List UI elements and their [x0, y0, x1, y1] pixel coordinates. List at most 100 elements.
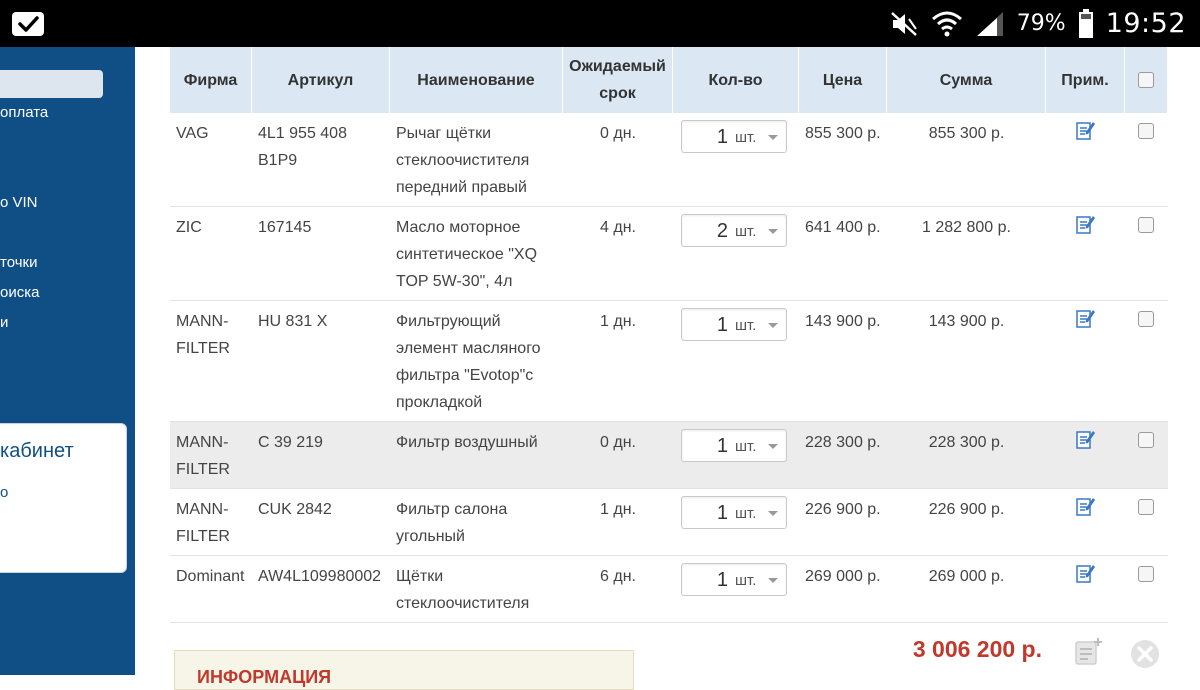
row-checkbox[interactable] — [1138, 499, 1154, 515]
row-name: Фильтрующий элемент масляного фильтра "E… — [396, 313, 541, 411]
sidebar-link-vin[interactable]: о VIN — [0, 194, 38, 211]
row-term: 4 дн. — [600, 219, 636, 236]
row-checkbox[interactable] — [1138, 311, 1154, 327]
close-icon[interactable] — [1130, 639, 1160, 669]
row-article: C 39 219 — [258, 434, 323, 451]
qty-unit: шт. — [735, 572, 757, 589]
qty-value: 1 — [716, 435, 728, 457]
chevron-down-icon — [768, 323, 778, 328]
info-title: ИНФОРМАЦИЯ — [197, 667, 332, 687]
row-qty-cell: 1 шт. — [673, 556, 799, 596]
chevron-down-icon — [768, 578, 778, 583]
qty-unit: шт. — [735, 317, 757, 334]
row-term: 1 дн. — [600, 501, 636, 518]
edit-note-icon[interactable] — [1076, 308, 1096, 328]
row-note-cell — [1046, 422, 1125, 449]
battery-icon — [1078, 8, 1093, 38]
qty-select[interactable]: 1 шт. — [681, 496, 787, 529]
row-qty-cell: 1 шт. — [673, 113, 799, 153]
sidebar-link-payment[interactable]: оплата — [0, 104, 48, 121]
qty-value: 1 — [716, 502, 728, 524]
row-select-cell — [1125, 556, 1168, 582]
row-term: 6 дн. — [600, 568, 636, 585]
qty-unit: шт. — [735, 505, 757, 522]
table-row: MANN-FILTER C 39 219 Фильтр воздушный 0 … — [170, 422, 1168, 489]
cart-table: Фирма Артикул Наименование Ожидаемый сро… — [170, 47, 1168, 623]
signal-icon — [976, 11, 1003, 36]
chevron-down-icon — [768, 135, 778, 140]
table-header: Фирма Артикул Наименование Ожидаемый сро… — [170, 47, 1168, 113]
edit-note-icon[interactable] — [1076, 429, 1096, 449]
edit-note-icon[interactable] — [1076, 120, 1096, 140]
row-name: Рычаг щётки стеклоочистителя передний пр… — [396, 125, 530, 196]
qty-select[interactable]: 2 шт. — [681, 214, 787, 247]
row-sum: 269 000 р. — [928, 568, 1005, 585]
row-note-cell — [1046, 301, 1125, 328]
table-row: MANN-FILTER CUK 2842 Фильтр салона уголь… — [170, 489, 1168, 556]
qty-select[interactable]: 1 шт. — [681, 429, 787, 462]
row-article: 4L1 955 408 B1P9 — [258, 125, 347, 169]
header-note: Прим. — [1046, 47, 1125, 113]
row-firm: ZIC — [176, 219, 202, 236]
row-firm: MANN-FILTER — [176, 313, 230, 357]
header-firm: Фирма — [170, 47, 252, 113]
row-price: 855 300 р. — [805, 125, 881, 142]
select-all-checkbox[interactable] — [1138, 72, 1154, 88]
row-qty-cell: 1 шт. — [673, 489, 799, 529]
row-qty-cell: 2 шт. — [673, 207, 799, 247]
row-checkbox[interactable] — [1138, 123, 1154, 139]
table-row: VAG 4L1 955 408 B1P9 Рычаг щётки стеклоо… — [170, 113, 1168, 207]
row-note-cell — [1046, 207, 1125, 234]
wifi-icon — [931, 11, 962, 36]
header-term: Ожидаемый срок — [563, 47, 673, 113]
header-select-all — [1125, 47, 1168, 113]
chevron-down-icon — [768, 229, 778, 234]
mute-icon — [890, 11, 917, 36]
row-checkbox[interactable] — [1138, 432, 1154, 448]
table-row: MANN-FILTER HU 831 X Фильтрующий элемент… — [170, 301, 1168, 422]
add-note-icon[interactable] — [1072, 636, 1104, 668]
row-checkbox[interactable] — [1138, 217, 1154, 233]
header-sum: Сумма — [887, 47, 1046, 113]
table-row: ZIC 167145 Масло моторное синтетическое … — [170, 207, 1168, 301]
header-qty: Кол-во — [673, 47, 799, 113]
row-price: 228 300 р. — [805, 434, 881, 451]
edit-note-icon[interactable] — [1076, 214, 1096, 234]
sidebar: оплата о VIN точки оиска и кабинет о — [0, 47, 135, 675]
header-article: Артикул — [252, 47, 390, 113]
row-checkbox[interactable] — [1138, 566, 1154, 582]
row-price: 143 900 р. — [805, 313, 881, 330]
sidebar-search-input[interactable] — [0, 70, 103, 98]
battery-percent: 79% — [1016, 11, 1066, 36]
qty-select[interactable]: 1 шт. — [681, 308, 787, 341]
row-term: 0 дн. — [600, 434, 636, 451]
row-firm: VAG — [176, 125, 209, 142]
row-name: Масло моторное синтетическое "XQ TOP 5W-… — [396, 219, 538, 290]
qty-select[interactable]: 1 шт. — [681, 563, 787, 596]
row-select-cell — [1125, 489, 1168, 515]
row-note-cell — [1046, 556, 1125, 583]
row-article: 167145 — [258, 219, 312, 236]
row-qty-cell: 1 шт. — [673, 301, 799, 341]
row-select-cell — [1125, 301, 1168, 327]
row-article: AW4L109980002 — [258, 568, 382, 585]
row-name: Фильтр салона угольный — [396, 501, 508, 545]
qty-select[interactable]: 1 шт. — [681, 120, 787, 153]
row-note-cell — [1046, 113, 1125, 140]
sidebar-link-points[interactable]: точки — [0, 254, 37, 271]
qty-unit: шт. — [735, 129, 757, 146]
row-select-cell — [1125, 207, 1168, 233]
row-note-cell — [1046, 489, 1125, 516]
qty-unit: шт. — [735, 438, 757, 455]
sidebar-link-search[interactable]: оиска — [0, 284, 39, 301]
cabinet-card-link[interactable]: о — [0, 484, 8, 501]
row-qty-cell: 1 шт. — [673, 422, 799, 462]
row-name: Щётки стеклоочистителя — [396, 568, 530, 612]
row-article: CUK 2842 — [258, 501, 332, 518]
edit-note-icon[interactable] — [1076, 496, 1096, 516]
chevron-down-icon — [768, 511, 778, 516]
row-price: 641 400 р. — [805, 219, 881, 236]
edit-note-icon[interactable] — [1076, 563, 1096, 583]
clock: 19:52 — [1105, 8, 1186, 39]
sidebar-link-other[interactable]: и — [0, 314, 8, 331]
